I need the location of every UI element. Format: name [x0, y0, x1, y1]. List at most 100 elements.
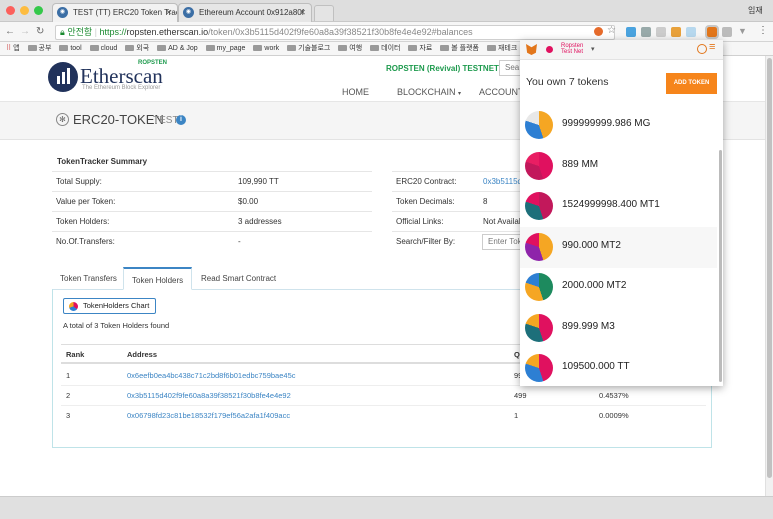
browser-tab[interactable]: ◉ Ethereum Account 0x912a80f ✕ [178, 3, 312, 22]
tab-token-transfers[interactable]: Token Transfers [52, 267, 125, 290]
token-filter-input[interactable]: Enter Tok [482, 234, 522, 250]
bookmark-folder[interactable]: 자료 [408, 42, 432, 55]
tab-title: Ethereum Account 0x912a80f [199, 8, 304, 17]
popup-scrollbar[interactable] [719, 150, 722, 382]
folder-icon [370, 45, 380, 51]
extension-icon[interactable] [686, 27, 696, 37]
scrollbar-thumb[interactable] [767, 58, 772, 478]
network-selector[interactable]: Ropsten Test Net [561, 43, 583, 55]
nav-account[interactable]: ACCOUNT [479, 87, 524, 97]
token-identicon-icon [525, 192, 553, 220]
token-balance: 999999999.986 MG [562, 118, 651, 129]
close-window-button[interactable] [6, 6, 15, 15]
token-identicon-icon [525, 313, 553, 342]
summary-label: Value per Token: [56, 197, 116, 206]
url-bar[interactable]: 🔒︎ 안전함 | https://ropsten.etherscan.io/to… [55, 25, 615, 40]
back-icon[interactable]: ← [5, 25, 15, 39]
forward-icon[interactable]: → [20, 25, 30, 39]
bookmark-folder[interactable]: 기술블로그 [287, 42, 330, 55]
summary-value: 3 addresses [238, 217, 282, 226]
address-link[interactable]: 0x06798fd23c81be18532f179ef56a2afa1f409a… [127, 406, 290, 426]
bookmark-folder[interactable]: 외국 [125, 42, 149, 55]
maximize-window-button[interactable] [34, 6, 43, 15]
bookmark-folder[interactable]: 공부 [27, 42, 51, 55]
chevron-down-icon[interactable]: ▾ [591, 45, 595, 53]
extension-icon[interactable] [671, 27, 681, 37]
token-list-item[interactable]: 109500.000 TT [520, 348, 717, 386]
etherscan-icon: ◉ [183, 7, 194, 18]
browser-tab-bar: ◉ TEST (TT) ERC20 Token Track ✕ ◉ Ethere… [0, 0, 773, 22]
token-list-item[interactable]: 899.999 M3 [520, 308, 717, 349]
folder-icon [408, 45, 418, 51]
tab-token-holders[interactable]: Token Holders [123, 267, 193, 290]
summary-row: Official Links: Not Availab [392, 211, 524, 231]
nav-home[interactable]: HOME [342, 87, 369, 97]
folder-icon [253, 45, 263, 51]
bookmark-folder[interactable]: 데이터 [370, 42, 400, 55]
folder-icon [486, 45, 496, 51]
bookmark-folder[interactable]: my_page [205, 42, 245, 55]
close-tab-icon[interactable]: ✕ [299, 4, 306, 21]
extension-icon[interactable] [594, 27, 603, 36]
token-list-item[interactable]: 990.000 MT2 [520, 226, 717, 268]
token-list-item[interactable]: 999999999.986 MG [520, 105, 717, 146]
minimize-window-button[interactable] [20, 6, 29, 15]
summary-value: 8 [483, 197, 488, 206]
info-icon[interactable]: i [176, 115, 186, 125]
token-list-item[interactable]: 2000.000 MT2 [520, 267, 717, 308]
browser-tab-active[interactable]: ◉ TEST (TT) ERC20 Token Track ✕ [52, 3, 178, 22]
reload-icon[interactable]: ↻ [36, 25, 44, 39]
nav-blockchain[interactable]: BLOCKCHAIN ▾ [397, 87, 461, 97]
extension-icon[interactable] [656, 27, 666, 37]
bookmark-folder[interactable]: tool [59, 42, 82, 55]
summary-row: ERC20 Contract: 0x3b5115d [392, 171, 522, 191]
summary-row: No.Of.Transfers: - [52, 231, 372, 251]
page-scrollbar[interactable] [765, 56, 773, 496]
column-header: Q [514, 350, 520, 359]
token-list-item[interactable]: 1524999998.400 MT1 [520, 186, 717, 227]
etherscan-logo-icon[interactable] [48, 62, 78, 92]
bookmark-apps[interactable]: ⠿ 앱 [6, 42, 20, 55]
summary-value: Not Availab [483, 217, 524, 226]
token-balance: 2000.000 MT2 [562, 280, 627, 291]
account-icon[interactable] [697, 44, 707, 54]
bookmark-folder[interactable]: 볼 플랫폼 [440, 42, 479, 55]
network-status-icon [546, 46, 553, 53]
profile-name[interactable]: 임재 [748, 5, 763, 16]
metamask-fox-icon [526, 44, 537, 55]
browser-menu-icon[interactable]: ⋮ [758, 25, 768, 36]
page-title: ERC20-TOKEN [73, 112, 164, 127]
tokenholders-chart-button[interactable]: TokenHolders Chart [63, 298, 157, 314]
column-header: Rank [66, 350, 85, 359]
star-icon[interactable]: ☆ [607, 25, 616, 36]
contract-link[interactable]: 0x3b5115d [483, 172, 522, 191]
bookmark-folder[interactable]: 여행 [338, 42, 362, 55]
extension-icon[interactable] [626, 27, 636, 37]
rank-cell: 3 [66, 411, 71, 420]
url-host: ropsten.etherscan.io [126, 27, 209, 37]
token-list-item[interactable]: 889 MM [520, 146, 717, 187]
table-row: 3 0x06798fd23c81be18532f179ef56a2afa1f40… [61, 406, 706, 426]
hamburger-menu-icon[interactable]: ≡ [709, 41, 715, 53]
window-bottom-bar [0, 496, 773, 519]
rank-cell: 1 [66, 371, 71, 380]
filter-icon[interactable]: ▼ [738, 26, 747, 36]
new-tab-button[interactable] [314, 5, 334, 21]
address-link[interactable]: 0x3b5115d402f9fe60a8a39f38521f30b8fe4e4e… [127, 386, 291, 406]
bookmark-folder[interactable]: work [253, 42, 279, 55]
extension-icon[interactable] [722, 27, 732, 37]
bookmark-folder[interactable]: cloud [89, 42, 117, 55]
network-label: ROPSTEN (Revival) TESTNET [386, 64, 499, 73]
bookmark-folder[interactable]: AD & Jop [157, 42, 198, 55]
add-token-button[interactable]: ADD TOKEN [666, 73, 717, 94]
close-tab-icon[interactable]: ✕ [165, 4, 172, 21]
metamask-fox-icon[interactable] [705, 25, 719, 39]
bookmark-folder[interactable]: 재테크 [486, 42, 517, 55]
token-icon: ✻ [56, 113, 69, 126]
tab-read-smart-contract[interactable]: Read Smart Contract [193, 267, 284, 290]
address-link[interactable]: 0x6eefb0ea4bc438c71c2bd8f6b01edbc759bae4… [127, 366, 296, 386]
token-identicon-icon [525, 151, 553, 180]
folder-icon [205, 45, 215, 51]
extension-icon[interactable] [641, 27, 651, 37]
token-balance: 109500.000 TT [562, 361, 630, 372]
